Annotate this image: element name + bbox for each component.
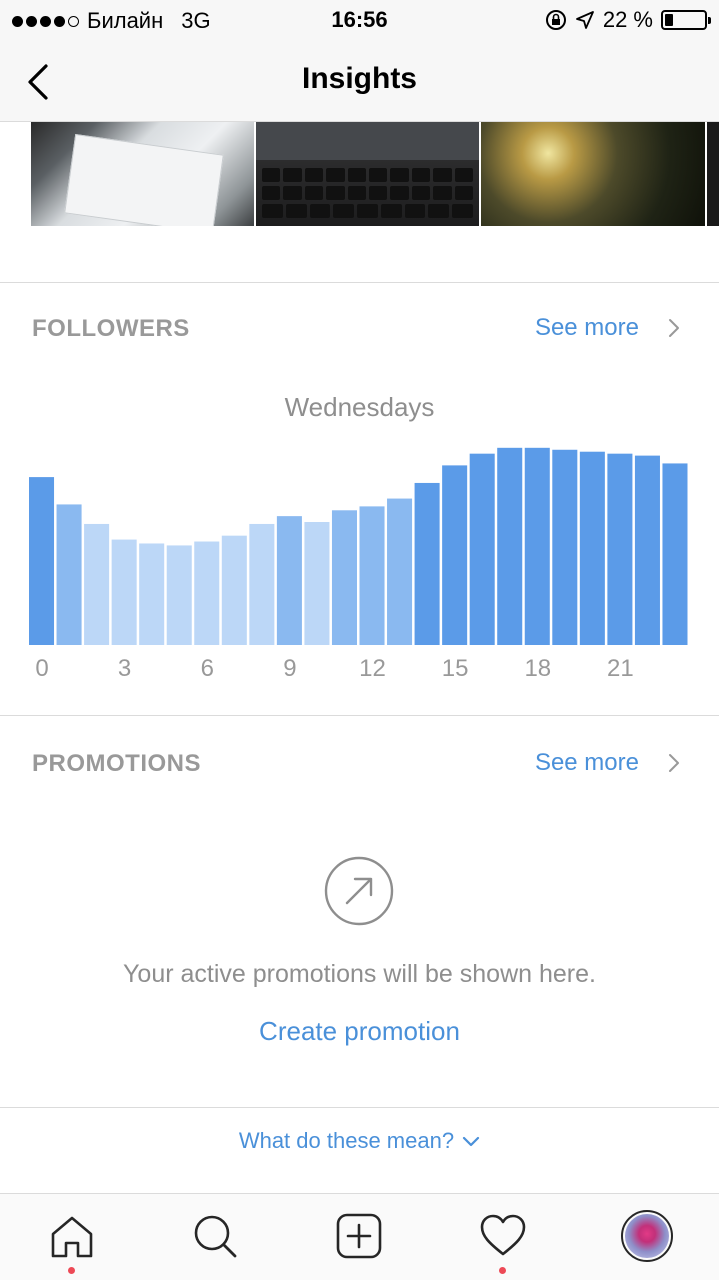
- post-thumbnail[interactable]: [707, 122, 719, 226]
- promotions-header: PROMOTIONS: [32, 750, 202, 777]
- chart-bar-hour-8: [249, 523, 275, 645]
- home-icon[interactable]: [48, 1212, 96, 1260]
- chart-bar-hour-16: [469, 453, 495, 645]
- chart-bar-hour-2: [84, 523, 110, 645]
- promotions-empty-text: Your active promotions will be shown her…: [123, 960, 596, 988]
- chart-bar-hour-20: [579, 451, 605, 645]
- chart-bar-hour-0: [29, 477, 55, 645]
- create-promotion-link[interactable]: Create promotion: [0, 1016, 719, 1047]
- chart-bar-hour-15: [442, 465, 468, 645]
- x-tick-label: 9: [283, 655, 297, 682]
- chart-bar-hour-23: [662, 463, 688, 645]
- promotions-see-more-link[interactable]: See more: [535, 749, 639, 777]
- activity-notification-dot: [499, 1267, 506, 1274]
- status-right: 22 %: [545, 7, 711, 33]
- followers-see-more-link[interactable]: See more: [535, 314, 639, 342]
- what-do-these-mean-label: What do these mean?: [238, 1128, 455, 1153]
- avatar-image: [625, 1214, 669, 1258]
- heart-icon[interactable]: [479, 1212, 527, 1260]
- post-thumbnail[interactable]: [256, 122, 479, 226]
- x-tick-label: 12: [359, 655, 386, 682]
- x-tick-label: 18: [524, 655, 552, 682]
- battery-icon: [661, 10, 711, 30]
- chart-bar-hour-1: [56, 504, 82, 645]
- divider: [0, 1107, 719, 1108]
- x-tick-label: 21: [607, 655, 634, 682]
- chart-bar-hour-12: [359, 506, 385, 645]
- chart-bar-hour-6: [194, 541, 220, 645]
- chart-bar-hour-19: [552, 449, 578, 645]
- profile-avatar[interactable]: [621, 1210, 673, 1262]
- chart-bar-hour-7: [221, 535, 247, 645]
- chart-bar-hour-14: [414, 482, 440, 645]
- x-tick-label: 6: [200, 655, 214, 682]
- chart-bar-hour-21: [607, 453, 633, 645]
- chart-bar-hour-4: [139, 543, 165, 645]
- chart-bar-hour-13: [387, 498, 413, 645]
- chart-title: Wednesdays: [284, 392, 435, 422]
- chart-bar-hour-18: [524, 447, 550, 645]
- post-thumbnail[interactable]: [31, 122, 254, 226]
- chart-bar-hour-5: [166, 545, 192, 645]
- rotation-lock-icon: [545, 10, 566, 30]
- x-tick-label: 0: [35, 655, 49, 682]
- location-arrow-icon: [575, 11, 594, 29]
- divider: [0, 282, 719, 283]
- search-icon[interactable]: [191, 1212, 239, 1260]
- followers-header: FOLLOWERS: [32, 315, 190, 342]
- x-tick-label: 3: [117, 655, 132, 682]
- chevron-down-icon: [463, 1137, 480, 1147]
- status-bar: Билайн 3G 16:56 22 %: [0, 0, 719, 40]
- chart-bar-hour-11: [331, 510, 357, 645]
- chart-bar-hour-9: [276, 516, 302, 645]
- navigation-bar: Insights: [0, 40, 719, 122]
- x-tick-label: 15: [441, 655, 469, 682]
- home-notification-dot: [68, 1267, 75, 1274]
- chart-bar-hour-3: [111, 539, 137, 645]
- followers-bar-chart: [29, 447, 688, 645]
- chevron-right-icon[interactable]: [667, 317, 681, 339]
- arrow-up-right-circle-icon: [324, 856, 394, 926]
- bottom-tab-bar: [0, 1193, 719, 1280]
- what-do-these-mean-link[interactable]: What do these mean?: [0, 1128, 719, 1154]
- add-post-icon[interactable]: [335, 1212, 383, 1260]
- battery-percent: 22 %: [602, 7, 653, 32]
- page-title: Insights: [301, 62, 417, 95]
- divider: [0, 715, 719, 716]
- chart-bar-hour-10: [304, 522, 330, 645]
- chart-bar-hour-22: [634, 455, 660, 645]
- recent-posts-strip: [0, 122, 719, 226]
- chart-bar-hour-17: [497, 447, 523, 645]
- post-thumbnail[interactable]: [481, 122, 705, 226]
- chevron-right-icon[interactable]: [667, 752, 681, 774]
